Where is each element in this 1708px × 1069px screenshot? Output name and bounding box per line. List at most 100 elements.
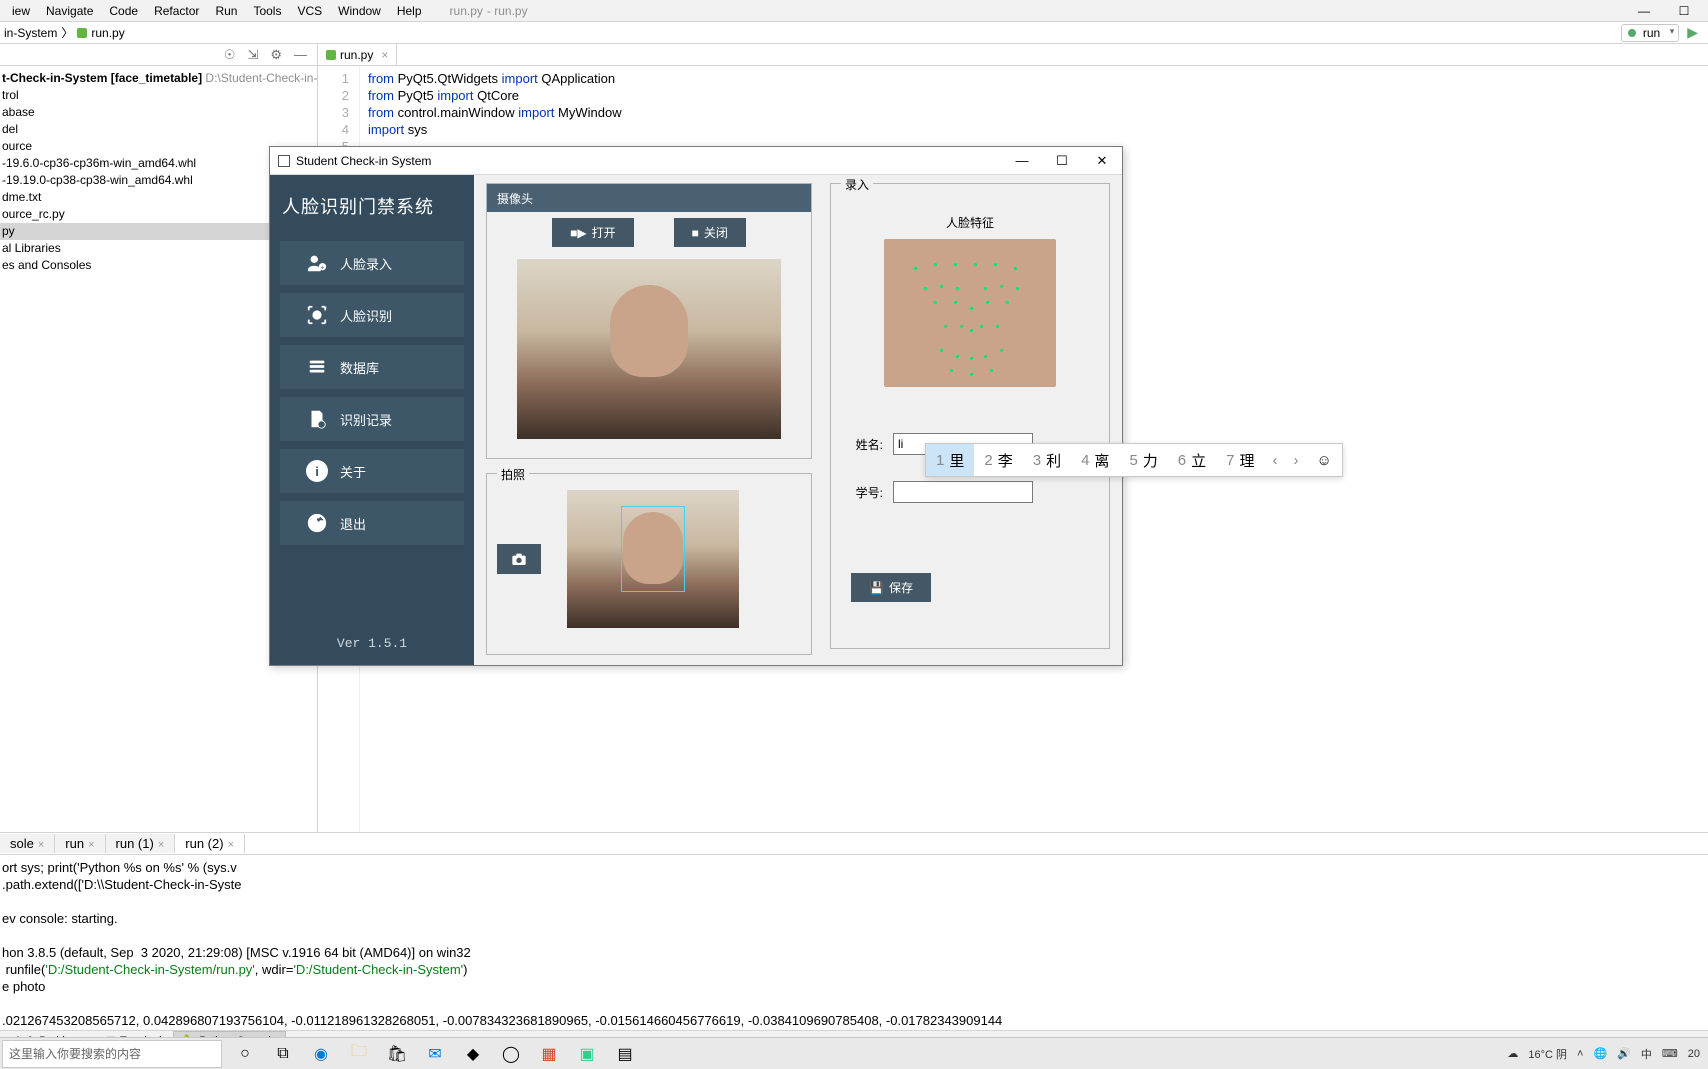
console-pane: sole× run× run (1)× run (2)× ort sys; pr… [0, 832, 1708, 1030]
ime-candidate[interactable]: 6立 [1168, 444, 1216, 476]
qt-titlebar[interactable]: Student Check-in System — ☐ ✕ [270, 147, 1122, 175]
camera-panel-header: 摄像头 [487, 184, 811, 212]
ime-emoji-icon[interactable]: ☺ [1307, 452, 1342, 469]
enroll-legend: 录入 [841, 176, 873, 193]
weather-icon[interactable]: ☁ [1507, 1047, 1518, 1060]
close-camera-button[interactable]: ■ 关闭 [674, 218, 746, 247]
console-tab[interactable]: run× [55, 834, 105, 853]
chrome-icon[interactable]: ◯ [496, 1040, 526, 1068]
close-icon[interactable]: × [228, 839, 234, 851]
cortana-icon[interactable]: ○ [230, 1040, 260, 1068]
ide-maximize-icon[interactable]: ☐ [1664, 4, 1704, 18]
snapshot-panel: 拍照 [486, 473, 812, 655]
snapshot-legend: 拍照 [497, 466, 529, 483]
breadcrumb-file[interactable]: run.py [91, 26, 124, 40]
run-config-dropdown[interactable]: run [1621, 24, 1680, 42]
qt-app-icon [278, 155, 290, 167]
save-icon: 💾 [869, 581, 884, 595]
ime-candidate[interactable]: 1里 [926, 444, 974, 476]
close-icon[interactable]: × [158, 839, 164, 851]
menu-about[interactable]: i 关于 [280, 449, 464, 493]
pycharm-icon[interactable]: ▣ [572, 1040, 602, 1068]
console-output[interactable]: ort sys; print('Python %s on %s' % (sys.… [0, 855, 1708, 1033]
edge-icon[interactable]: ◉ [306, 1040, 336, 1068]
explorer-icon[interactable]: 🗀 [344, 1040, 374, 1068]
ime-candidate[interactable]: 2李 [974, 444, 1022, 476]
menu-code[interactable]: Code [101, 2, 146, 20]
menu-records[interactable]: 识别记录 [280, 397, 464, 441]
menu-view[interactable]: iew [4, 2, 38, 20]
save-button[interactable]: 💾 保存 [851, 573, 931, 602]
expand-icon[interactable]: ⇲ [247, 47, 258, 63]
ime-candidate-bar: 1里 2李 3利 4离 5力 6立 7理 ‹ › ☺ [925, 443, 1343, 477]
ime-candidate[interactable]: 3利 [1023, 444, 1071, 476]
menu-database[interactable]: 数据库 [280, 345, 464, 389]
menu-tools[interactable]: Tools [245, 2, 289, 20]
id-input[interactable] [893, 481, 1033, 503]
close-icon[interactable]: × [38, 839, 44, 851]
console-tab-active[interactable]: run (2)× [175, 834, 245, 853]
menu-navigate[interactable]: Navigate [38, 2, 101, 20]
mail-icon[interactable]: ✉ [420, 1040, 450, 1068]
tree-item[interactable]: del [0, 121, 317, 138]
tree-item[interactable]: trol [0, 87, 317, 104]
menu-face-enroll[interactable]: + 人脸录入 [280, 241, 464, 285]
menu-vcs[interactable]: VCS [289, 2, 330, 20]
ime-next-icon[interactable]: › [1286, 452, 1307, 469]
ime-candidate[interactable]: 4离 [1071, 444, 1119, 476]
qt-maximize-icon[interactable]: ☐ [1042, 147, 1082, 175]
menu-exit[interactable]: 退出 [280, 501, 464, 545]
target-icon[interactable]: ☉ [224, 47, 236, 63]
menu-face-recognize[interactable]: 人脸识别 [280, 293, 464, 337]
ime-prev-icon[interactable]: ‹ [1265, 452, 1286, 469]
console-tab[interactable]: sole× [0, 834, 55, 853]
video-icon: ■▶ [570, 226, 586, 240]
qt-window-title: Student Check-in System [296, 154, 431, 168]
menu-help[interactable]: Help [389, 2, 430, 20]
console-tab[interactable]: run (1)× [106, 834, 176, 853]
face-scan-icon [306, 304, 328, 326]
person-add-icon: + [306, 252, 328, 274]
ide-window-controls: — ☐ [1624, 4, 1704, 18]
run-play-icon[interactable]: ▶ [1687, 24, 1698, 41]
menu-refactor[interactable]: Refactor [146, 2, 207, 20]
app2-icon[interactable]: ▤ [610, 1040, 640, 1068]
close-icon[interactable]: × [88, 839, 94, 851]
tree-root[interactable]: t-Check-in-System [face_timetable] D:\St… [0, 70, 317, 87]
tree-item[interactable]: abase [0, 104, 317, 121]
close-tab-icon[interactable]: × [381, 48, 388, 62]
run-config-name: run [1643, 26, 1660, 40]
qt-close-icon[interactable]: ✕ [1082, 147, 1122, 175]
ime-lang-indicator[interactable]: 中 [1641, 1046, 1652, 1062]
editor-tab-runpy[interactable]: run.py × [318, 44, 397, 65]
taskbar-search[interactable]: 这里输入你要搜索的内容 [2, 1040, 222, 1068]
capture-button[interactable] [497, 544, 541, 574]
ide-minimize-icon[interactable]: — [1624, 4, 1664, 18]
svg-text:+: + [321, 264, 325, 271]
menu-window[interactable]: Window [330, 2, 389, 20]
tray-chevron-icon[interactable]: ˄ [1577, 1048, 1583, 1060]
open-camera-button[interactable]: ■▶ 打开 [552, 218, 634, 247]
network-icon[interactable]: 🌐 [1593, 1047, 1607, 1060]
breadcrumb: in-System 〉 run.py [4, 24, 125, 41]
ppt-icon[interactable]: ▦ [534, 1040, 564, 1068]
qt-app-window: Student Check-in System — ☐ ✕ 人脸识别门禁系统 +… [269, 146, 1123, 666]
taskview-icon[interactable]: ⧉ [268, 1040, 298, 1068]
name-label: 姓名: [851, 436, 883, 453]
gear-icon[interactable]: ⚙ [270, 47, 282, 63]
store-icon[interactable]: 🛍 [382, 1040, 412, 1068]
app-icon[interactable]: ◆ [458, 1040, 488, 1068]
ime-keyboard-icon[interactable]: ⌨ [1662, 1047, 1678, 1060]
volume-icon[interactable]: 🔊 [1617, 1047, 1631, 1060]
ime-candidate[interactable]: 5力 [1119, 444, 1167, 476]
menu-run[interactable]: Run [207, 2, 245, 20]
snapshot-preview [567, 490, 739, 628]
ime-candidate[interactable]: 7理 [1216, 444, 1264, 476]
info-icon: i [306, 460, 328, 482]
qt-minimize-icon[interactable]: — [1002, 147, 1042, 175]
face-bounding-box [621, 506, 685, 592]
hide-icon[interactable]: — [294, 47, 307, 62]
window-title-file: run.py [450, 4, 483, 18]
run-status-dot-icon [1628, 29, 1636, 37]
breadcrumb-project[interactable]: in-System [4, 26, 57, 40]
